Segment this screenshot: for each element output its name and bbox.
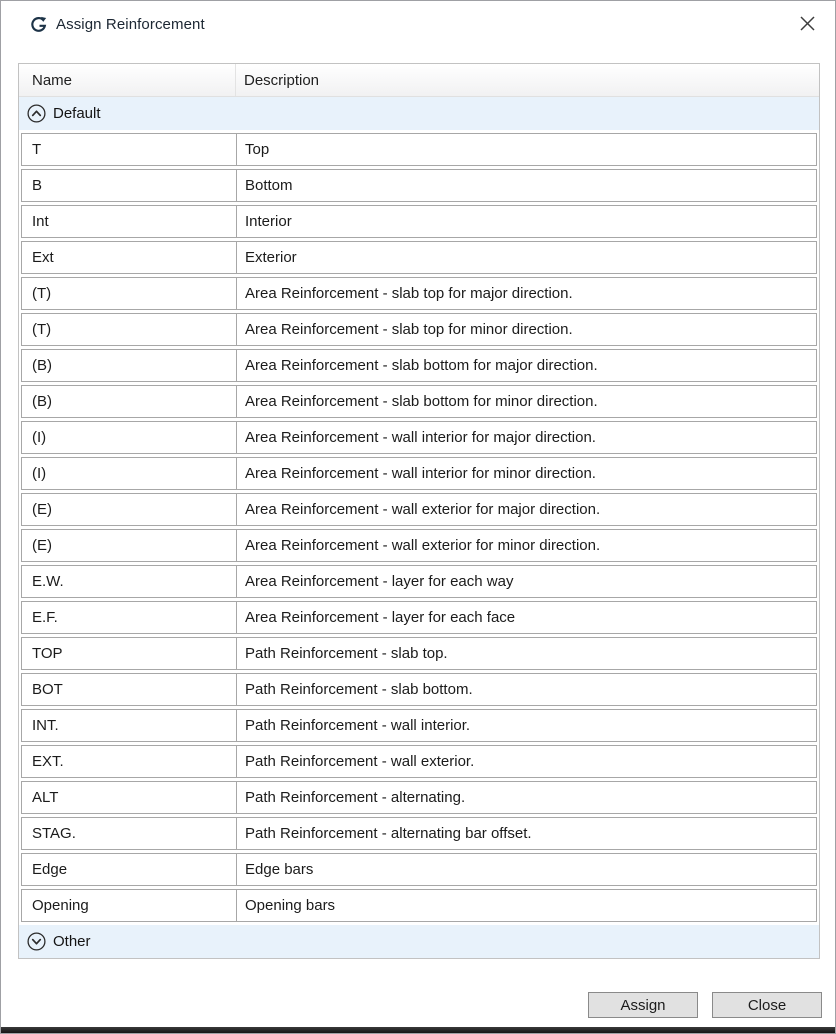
row-description-cell: Top: [237, 134, 816, 165]
table-row[interactable]: (I) Area Reinforcement - wall interior f…: [21, 457, 817, 490]
row-description-cell: Opening bars: [237, 890, 816, 921]
dialog-title: Assign Reinforcement: [56, 16, 205, 33]
row-description-cell: Path Reinforcement - alternating.: [237, 782, 816, 813]
row-name-cell: Ext: [22, 242, 237, 273]
table-row[interactable]: ALT Path Reinforcement - alternating.: [21, 781, 817, 814]
window-bottom-edge: [1, 1027, 835, 1033]
app-logo-icon: [29, 15, 49, 35]
row-name-cell: (B): [22, 386, 237, 417]
table-row[interactable]: INT. Path Reinforcement - wall interior.: [21, 709, 817, 742]
row-name-cell: Edge: [22, 854, 237, 885]
table-row[interactable]: STAG. Path Reinforcement - alternating b…: [21, 817, 817, 850]
row-description-cell: Area Reinforcement - slab bottom for maj…: [237, 350, 816, 381]
row-name-cell: E.F.: [22, 602, 237, 633]
dialog-titlebar[interactable]: Assign Reinforcement: [2, 2, 834, 47]
row-name-cell: STAG.: [22, 818, 237, 849]
row-description-cell: Area Reinforcement - wall interior for m…: [237, 458, 816, 489]
row-name-cell: TOP: [22, 638, 237, 669]
group-header-default[interactable]: Default: [19, 97, 819, 130]
row-description-cell: Exterior: [237, 242, 816, 273]
row-name-cell: T: [22, 134, 237, 165]
row-name-cell: (T): [22, 278, 237, 309]
table-row[interactable]: B Bottom: [21, 169, 817, 202]
column-header-name[interactable]: Name: [19, 64, 236, 96]
row-description-cell: Bottom: [237, 170, 816, 201]
close-icon: [799, 15, 816, 32]
row-name-cell: EXT.: [22, 746, 237, 777]
table-row[interactable]: BOT Path Reinforcement - slab bottom.: [21, 673, 817, 706]
row-description-cell: Path Reinforcement - wall interior.: [237, 710, 816, 741]
row-name-cell: Opening: [22, 890, 237, 921]
table-row[interactable]: (I) Area Reinforcement - wall interior f…: [21, 421, 817, 454]
table-row[interactable]: (T) Area Reinforcement - slab top for ma…: [21, 277, 817, 310]
table-row[interactable]: Ext Exterior: [21, 241, 817, 274]
row-description-cell: Path Reinforcement - wall exterior.: [237, 746, 816, 777]
table-row[interactable]: EXT. Path Reinforcement - wall exterior.: [21, 745, 817, 778]
table-row[interactable]: Opening Opening bars: [21, 889, 817, 922]
table-row[interactable]: (E) Area Reinforcement - wall exterior f…: [21, 529, 817, 562]
row-description-cell: Area Reinforcement - slab top for major …: [237, 278, 816, 309]
row-name-cell: (E): [22, 530, 237, 561]
table-row[interactable]: Edge Edge bars: [21, 853, 817, 886]
table-rows: T Top B Bottom Int Interior Ext Exterior…: [19, 133, 819, 922]
row-description-cell: Area Reinforcement - wall interior for m…: [237, 422, 816, 453]
chevron-up-circle-icon[interactable]: [27, 104, 46, 123]
row-description-cell: Area Reinforcement - wall exterior for m…: [237, 494, 816, 525]
row-name-cell: BOT: [22, 674, 237, 705]
table-row[interactable]: TOP Path Reinforcement - slab top.: [21, 637, 817, 670]
column-header-description[interactable]: Description: [236, 64, 819, 96]
table-row[interactable]: T Top: [21, 133, 817, 166]
row-description-cell: Area Reinforcement - layer for each face: [237, 602, 816, 633]
row-description-cell: Edge bars: [237, 854, 816, 885]
row-name-cell: B: [22, 170, 237, 201]
table-header-row: Name Description: [19, 64, 819, 97]
group-label: Other: [53, 933, 91, 950]
row-name-cell: (E): [22, 494, 237, 525]
table-row[interactable]: (E) Area Reinforcement - wall exterior f…: [21, 493, 817, 526]
row-description-cell: Area Reinforcement - layer for each way: [237, 566, 816, 597]
close-button[interactable]: Close: [712, 992, 822, 1018]
group-header-other[interactable]: Other: [19, 925, 819, 958]
row-description-cell: Interior: [237, 206, 816, 237]
row-description-cell: Area Reinforcement - slab bottom for min…: [237, 386, 816, 417]
assign-button[interactable]: Assign: [588, 992, 698, 1018]
row-name-cell: (I): [22, 422, 237, 453]
chevron-down-circle-icon[interactable]: [27, 932, 46, 951]
row-name-cell: INT.: [22, 710, 237, 741]
group-label: Default: [53, 105, 101, 122]
reinforcement-table: Name Description Default T Top B Bottom …: [18, 63, 820, 959]
table-row[interactable]: (T) Area Reinforcement - slab top for mi…: [21, 313, 817, 346]
row-name-cell: (T): [22, 314, 237, 345]
row-description-cell: Path Reinforcement - alternating bar off…: [237, 818, 816, 849]
row-name-cell: (B): [22, 350, 237, 381]
row-name-cell: (I): [22, 458, 237, 489]
assign-reinforcement-dialog: Assign Reinforcement Name Description De…: [0, 0, 836, 1034]
row-description-cell: Path Reinforcement - slab bottom.: [237, 674, 816, 705]
row-description-cell: Area Reinforcement - wall exterior for m…: [237, 530, 816, 561]
row-description-cell: Path Reinforcement - slab top.: [237, 638, 816, 669]
row-description-cell: Area Reinforcement - slab top for minor …: [237, 314, 816, 345]
close-dialog-button[interactable]: [792, 8, 822, 38]
table-row[interactable]: E.W. Area Reinforcement - layer for each…: [21, 565, 817, 598]
table-row[interactable]: Int Interior: [21, 205, 817, 238]
row-name-cell: ALT: [22, 782, 237, 813]
table-row[interactable]: E.F. Area Reinforcement - layer for each…: [21, 601, 817, 634]
row-name-cell: E.W.: [22, 566, 237, 597]
row-name-cell: Int: [22, 206, 237, 237]
table-row[interactable]: (B) Area Reinforcement - slab bottom for…: [21, 385, 817, 418]
table-row[interactable]: (B) Area Reinforcement - slab bottom for…: [21, 349, 817, 382]
